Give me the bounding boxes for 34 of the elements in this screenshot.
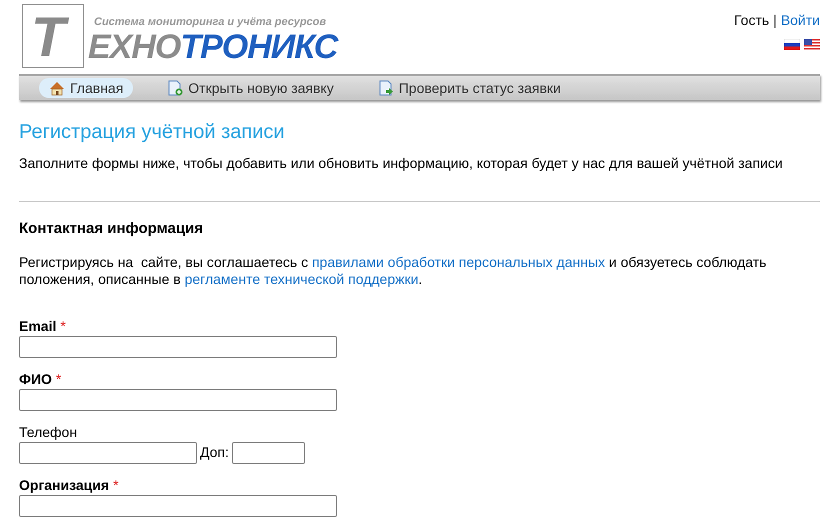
policy-link[interactable]: правилами обработки персональных данных [312,254,606,270]
agreement-text: Регистрируясь на сайте, вы соглашаетесь с правилами обработки персональных данных и обязуетесь соблюдать положения, описанные в регламенте технической поддержки. [19,254,768,288]
guest-label: Гость [734,11,770,30]
input-field[interactable] [19,336,337,358]
field-label: Телефон [19,424,78,440]
house-icon [49,80,65,96]
intro-text: Заполните формы ниже, чтобы добавить или обновить информацию, которая будет у нас для вашей учётной записи [19,154,784,173]
section-title: Контактная информация [19,219,204,239]
nav-tab[interactable]: Проверить статус заявки [368,78,571,98]
document-arrow-icon [378,80,394,96]
phone-field[interactable] [19,442,197,464]
document-plus-icon [167,80,184,96]
logo-initial: Т [22,4,84,68]
russian-flag-icon[interactable] [784,39,800,50]
nav-tab[interactable]: Главная [39,78,134,98]
policy-link[interactable]: регламенте технической поддержки [184,270,418,286]
field-label: Email * [19,318,67,334]
extension-label: Доп: [200,443,229,462]
required-mark: * [60,318,66,334]
required-mark: * [56,370,62,386]
field-label: Организация * [19,476,120,494]
separator: | [773,11,777,30]
field-label: ФИО * [19,370,62,388]
logo-text: ТРОНИКС [180,30,338,64]
required-mark: * [113,476,119,492]
extension-field[interactable] [232,442,305,464]
login-link[interactable]: Войти [780,10,820,31]
input-field[interactable] [19,388,337,410]
logo-text: ЕХНО [88,30,180,64]
page-title: Регистрация учётной записи [19,120,286,144]
us-flag-icon[interactable] [804,39,820,50]
logo-tagline: Система мониторинга и учёта ресурсов [94,15,326,30]
nav-tab[interactable]: Открыть новую заявку [157,78,344,98]
input-field[interactable] [19,494,337,516]
